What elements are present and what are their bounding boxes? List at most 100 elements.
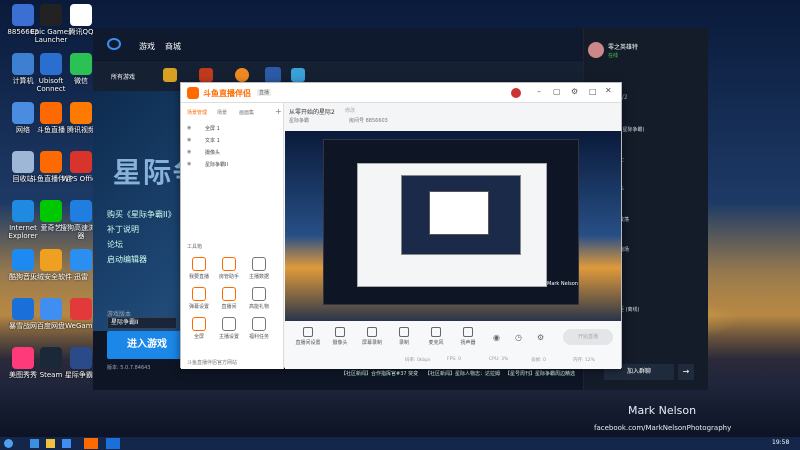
app-icon — [70, 347, 92, 369]
scene-item[interactable]: ◉ 星际争霸II — [187, 161, 277, 171]
control-tool[interactable]: 扬声器 — [455, 327, 481, 346]
scene-item[interactable]: ◉ 摄像头 — [187, 149, 277, 159]
control-tool[interactable]: 直播间设置 — [295, 327, 321, 346]
footer-link[interactable]: 斗鱼直播伴侣官方网站 — [187, 359, 279, 366]
hearthstone-game-icon[interactable] — [291, 68, 305, 82]
stream-title[interactable]: 从零开始的星际2 — [289, 107, 335, 116]
scene-item[interactable]: ◉ 全屏 1 — [187, 125, 277, 135]
toolbox-item[interactable]: 我要直播 — [187, 257, 211, 280]
version-select[interactable]: 星际争霸II — [107, 317, 177, 329]
app-icon — [70, 4, 92, 26]
tool-label: 福利任务 — [248, 334, 269, 340]
forum-link[interactable]: 论坛 — [107, 239, 176, 250]
camera-toggle-icon[interactable]: ◉ — [493, 333, 500, 342]
nav-games[interactable]: 游戏 — [139, 41, 155, 52]
tools-label: 工具箱 — [187, 244, 203, 250]
nav-shop[interactable]: 商城 — [165, 41, 181, 52]
arrow-right-icon[interactable]: → — [678, 364, 694, 380]
starcraft2-game-icon[interactable] — [265, 67, 281, 83]
edit-link[interactable]: 修改 — [345, 107, 355, 114]
battlenet-logo-icon[interactable] — [107, 38, 121, 50]
preview-nested-inner — [429, 191, 489, 235]
maximize-icon[interactable]: □ — [589, 87, 597, 96]
app-icon — [70, 151, 92, 173]
control-tool[interactable]: 录制 — [391, 327, 417, 346]
timer-icon[interactable]: ◷ — [515, 333, 522, 342]
control-tool[interactable]: 屏幕录制 — [359, 327, 385, 346]
eye-icon[interactable]: ◉ — [187, 161, 191, 167]
user-status[interactable]: 在线 — [608, 52, 618, 59]
stream-preview: Mark Nelson — [285, 131, 621, 321]
app-icon — [40, 200, 62, 222]
douyu-taskbar-icon[interactable] — [84, 438, 98, 449]
control-tool[interactable]: 摄像头 — [327, 327, 353, 346]
photographer-url: facebook.com/MarkNelsonPhotography — [594, 424, 732, 432]
close-icon[interactable]: ✕ — [605, 86, 612, 95]
news-item[interactable]: 【社区新闻】合作指挥官#37 突变 — [341, 370, 421, 377]
tab-scene[interactable]: 场景 — [217, 109, 227, 116]
toolbox-item[interactable]: 高能礼物 — [247, 287, 271, 310]
control-icon — [431, 327, 441, 337]
control-icon — [367, 327, 377, 337]
username[interactable]: 零之英雄特 — [608, 42, 638, 51]
tool-label: 主播数据 — [248, 274, 269, 280]
patch-notes-link[interactable]: 补丁说明 — [107, 224, 176, 235]
start-stream-button[interactable]: 开始直播 — [563, 329, 613, 345]
tab-collection[interactable]: 画面集 — [239, 109, 254, 116]
stream-info: 从零开始的星际2 修改 星际争霸 房间号 8856603 — [289, 107, 619, 124]
stat-item: CPU: 3% — [489, 357, 509, 362]
restore-icon[interactable]: ▢ — [553, 87, 561, 96]
buy-link[interactable]: 购买《星际争霸II》 — [107, 209, 176, 220]
settings-icon[interactable]: ⚙ — [537, 333, 544, 342]
app-icon — [40, 249, 62, 271]
start-icon[interactable] — [4, 439, 13, 448]
eye-icon[interactable]: ◉ — [187, 125, 191, 131]
add-icon[interactable]: + — [275, 107, 282, 116]
explorer-taskbar-icon[interactable] — [46, 439, 55, 448]
tool-label: 主播设置 — [218, 334, 239, 340]
toolbox-item[interactable]: 福利任务 — [247, 317, 271, 340]
build-version: 版本: 5.0.7.84643 — [107, 365, 151, 371]
stats-bar: 码率: 0kbps FPS: 0 CPU: 3% 丢帧: 0 内存: 12% — [405, 357, 619, 365]
tool-icon — [252, 317, 266, 331]
stat-item: 码率: 0kbps — [405, 358, 431, 363]
control-icon — [399, 327, 409, 337]
play-button[interactable]: 进入游戏 — [107, 331, 187, 359]
control-tool[interactable]: 麦克风 — [423, 327, 449, 346]
news-item[interactable]: 【星号周刊】星际争霸周边精选 — [505, 370, 581, 377]
tool-label: 房管助手 — [218, 274, 239, 280]
editor-link[interactable]: 启动编辑器 — [107, 254, 176, 265]
clock[interactable]: 19:58 — [772, 439, 789, 446]
tool-icon — [252, 257, 266, 271]
app-icon — [40, 347, 62, 369]
settings-icon[interactable]: ⚙ — [571, 87, 578, 96]
avatar[interactable] — [511, 88, 521, 98]
tool-icon — [252, 287, 266, 301]
scene-item[interactable]: ◉ 文本 1 — [187, 137, 277, 147]
toolbox-item[interactable]: 全屏 — [187, 317, 211, 340]
toolbox-item[interactable]: 主播设置 — [217, 317, 241, 340]
scene-panel: 场景管理 场景 画面集 + ◉ 全屏 1 ◉ 文本 1 ◉ 摄像头 ◉ 星际争霸II 工具箱 … — [181, 103, 284, 369]
battlenet-taskbar-icon[interactable] — [106, 438, 120, 449]
tool-label: 全屏 — [193, 334, 204, 340]
all-games-tab[interactable]: 所有游戏 — [111, 72, 135, 81]
minimize-icon[interactable]: – — [537, 87, 541, 96]
toolbox-item[interactable]: 弹幕设置 — [187, 287, 211, 310]
wow-game-icon[interactable] — [163, 68, 177, 82]
diablo-game-icon[interactable] — [199, 68, 213, 82]
news-item[interactable]: 【社区新闻】星际人物志：达拉姆 — [425, 370, 501, 377]
avatar[interactable] — [588, 42, 604, 58]
preview-watermark: Mark Nelson — [547, 281, 578, 287]
toolbox-item[interactable]: 房管助手 — [217, 257, 241, 280]
app-taskbar-icon[interactable] — [62, 439, 71, 448]
douyu-streamer-window: 斗鱼直播伴侣 直播 – ▢ ⚙ □ ✕ 场景管理 场景 画面集 + ◉ 全屏 1 ◉… — [180, 82, 622, 369]
toolbox-item[interactable]: 主播数据 — [247, 257, 271, 280]
overwatch-game-icon[interactable] — [235, 68, 249, 82]
eye-icon[interactable]: ◉ — [187, 137, 191, 143]
toolbox-item[interactable]: 直播间 — [217, 287, 241, 310]
tool-icon — [192, 317, 206, 331]
app-badge: 直播 — [257, 89, 272, 96]
tab-scene-manage[interactable]: 场景管理 — [187, 109, 207, 116]
eye-icon[interactable]: ◉ — [187, 149, 191, 155]
ie-taskbar-icon[interactable] — [30, 439, 39, 448]
